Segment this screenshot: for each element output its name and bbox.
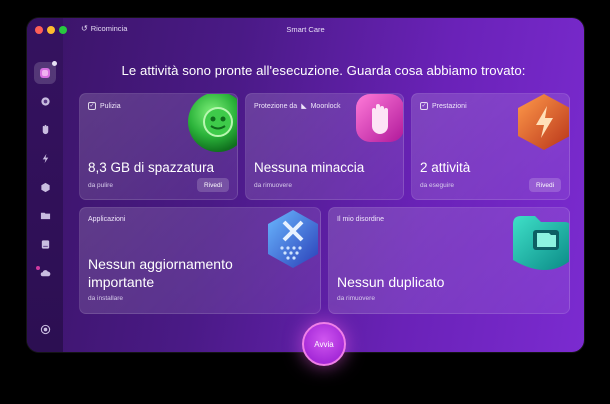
sidebar-item-performance[interactable] xyxy=(40,153,51,164)
folder-illustration-icon xyxy=(513,216,569,270)
clutter-card[interactable]: Il mio disordine Nessun duplicato da rim… xyxy=(328,207,570,314)
cleanup-review-button[interactable]: Rivedi xyxy=(197,178,229,192)
sidebar-item-smart-care[interactable] xyxy=(34,61,57,84)
moonlock-brand-text: Moonlock xyxy=(310,102,341,110)
clutter-sub-text: da rimuovere xyxy=(337,295,375,302)
assistant-icon xyxy=(40,324,51,335)
applications-main-text: Nessun aggiornamento importante xyxy=(88,256,233,291)
sidebar-item-protection[interactable] xyxy=(40,124,51,135)
performance-sub-text: da eseguire xyxy=(420,182,454,189)
sidebar-item-cleanup[interactable] xyxy=(40,96,51,107)
cleanup-card[interactable]: ✓ Pulizia 8,3 GB di spazzatura da pulire… xyxy=(79,93,238,200)
run-button[interactable]: Avvia xyxy=(302,322,346,366)
performance-illustration-icon xyxy=(518,94,569,150)
titlebar: ↺ Ricomincia Smart Care xyxy=(27,18,584,42)
cleanup-card-label: ✓ Pulizia xyxy=(88,102,121,110)
performance-label-text: Prestazioni xyxy=(432,102,467,110)
sidebar-item-assistant[interactable] xyxy=(40,324,51,335)
performance-checkbox[interactable]: ✓ xyxy=(420,102,428,110)
sidebar-item-applications[interactable] xyxy=(40,182,51,193)
protection-main-text: Nessuna minaccia xyxy=(254,160,365,175)
performance-main-text: 2 attività xyxy=(420,160,471,175)
applications-illustration-icon xyxy=(268,210,318,268)
cleanup-sub-text: da pulire xyxy=(88,182,113,189)
clutter-card-label: Il mio disordine xyxy=(337,216,384,223)
performance-card[interactable]: ✓ Prestazioni 2 attività da eseguire Riv… xyxy=(411,93,570,200)
applications-card-label: Applicazioni xyxy=(88,216,125,223)
applications-label-text: Applicazioni xyxy=(88,216,126,223)
sidebar-item-clutter[interactable] xyxy=(40,210,51,221)
cloud-icon xyxy=(40,270,51,277)
hand-shield-illustration-icon xyxy=(356,94,403,142)
sidebar-item-space-lens[interactable] xyxy=(40,239,51,250)
protection-label-text: Protezione da xyxy=(254,102,298,110)
protection-sub-text: da rimuovere xyxy=(254,182,292,189)
folder-icon xyxy=(40,212,51,220)
protection-card-label: Protezione da ◣ Moonlock xyxy=(254,102,341,111)
performance-card-label: ✓ Prestazioni xyxy=(420,102,467,110)
cleanup-main-text: 8,3 GB di spazzatura xyxy=(88,160,215,175)
cloud-notification-dot xyxy=(36,266,40,270)
moonlock-icon: ◣ xyxy=(301,103,307,110)
hand-icon xyxy=(42,124,49,135)
applications-icon xyxy=(41,182,50,193)
applications-main-line1: Nessun aggiornamento xyxy=(88,256,233,272)
protection-card[interactable]: Protezione da ◣ Moonlock Nessuna minacci… xyxy=(245,93,404,200)
drive-icon xyxy=(41,240,50,249)
sidebar-item-cloud[interactable] xyxy=(40,268,51,279)
clutter-label-text: Il mio disordine xyxy=(337,216,385,223)
cleanup-label-text: Pulizia xyxy=(100,102,121,110)
notification-dot xyxy=(52,61,57,66)
smart-care-icon xyxy=(40,68,50,78)
applications-sub-text: da installare xyxy=(88,295,124,302)
cleanup-icon xyxy=(41,97,50,106)
sidebar xyxy=(27,18,63,352)
applications-main-line2: importante xyxy=(88,273,155,290)
cleanup-illustration-icon xyxy=(188,94,237,152)
lightning-icon xyxy=(42,153,49,164)
page-headline: Le attività sono pronte all'esecuzione. … xyxy=(121,63,526,78)
performance-review-button[interactable]: Rivedi xyxy=(529,178,561,192)
app-window: ↺ Ricomincia Smart Care Le attività sono… xyxy=(27,18,584,352)
cleanup-checkbox[interactable]: ✓ xyxy=(88,102,96,110)
clutter-main-text: Nessun duplicato xyxy=(337,274,445,290)
window-title: Smart Care xyxy=(286,25,325,34)
applications-card[interactable]: Applicazioni Nessun aggiornamento import… xyxy=(79,207,321,314)
